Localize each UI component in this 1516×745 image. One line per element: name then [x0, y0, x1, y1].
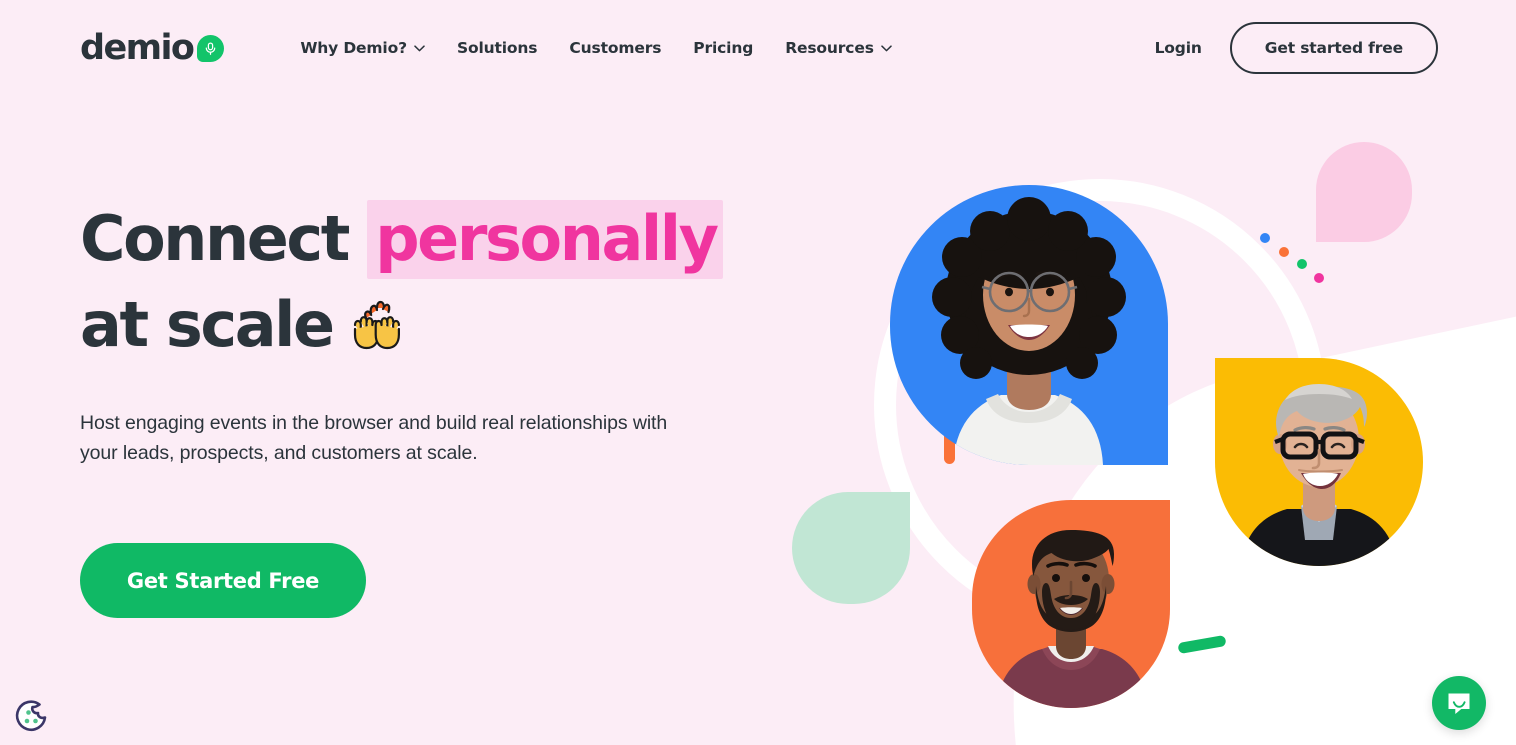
portrait-woman-with-glasses	[890, 185, 1168, 465]
pink-blob-shape	[1316, 142, 1412, 242]
cookie-consent-button[interactable]	[14, 698, 51, 735]
dot-blue	[1260, 233, 1270, 243]
chevron-down-icon	[414, 44, 425, 51]
page-root: demio Why Demio? Solutions Customers Pri…	[0, 0, 1516, 745]
nav-item-pricing[interactable]: Pricing	[677, 39, 769, 57]
hero-get-started-free-button[interactable]: Get Started Free	[80, 543, 366, 618]
mint-blob-shape	[792, 492, 910, 604]
raising-hands-emoji	[345, 292, 409, 378]
page-title: Connect personally at scale	[80, 196, 780, 378]
get-started-free-button[interactable]: Get started free	[1229, 22, 1438, 74]
microphone-icon	[197, 34, 225, 62]
headline-highlight: personally	[367, 200, 723, 279]
dot-green	[1297, 259, 1307, 269]
headline-part-2: at scale	[80, 288, 335, 361]
nav-label: Resources	[785, 39, 874, 57]
nav-label: Customers	[569, 39, 662, 57]
main-navigation: Why Demio? Solutions Customers Pricing R…	[284, 39, 907, 57]
demio-logo[interactable]: demio	[80, 27, 225, 68]
nav-item-solutions[interactable]: Solutions	[441, 39, 553, 57]
portrait-man-with-beard	[972, 500, 1170, 708]
site-header: demio Why Demio? Solutions Customers Pri…	[0, 0, 1516, 96]
hero-subtitle: Host engaging events in the browser and …	[80, 412, 668, 464]
nav-label: Pricing	[693, 39, 754, 57]
nav-label: Solutions	[456, 39, 538, 57]
chat-widget-button[interactable]	[1432, 676, 1486, 730]
dot-orange	[1279, 247, 1289, 257]
nav-item-why-demio[interactable]: Why Demio?	[284, 39, 441, 57]
portrait-older-man-with-glasses	[1215, 358, 1423, 566]
hero-content: Connect personally at scale Host engagin…	[80, 196, 780, 618]
nav-item-resources[interactable]: Resources	[769, 39, 908, 57]
chevron-down-icon	[881, 44, 892, 51]
nav-label: Why Demio?	[300, 39, 407, 57]
logo-wordmark: demio	[80, 27, 195, 68]
hero-illustration	[760, 110, 1516, 745]
login-link[interactable]: Login	[1155, 39, 1202, 57]
headline-part-1: Connect	[80, 202, 350, 275]
nav-item-customers[interactable]: Customers	[553, 39, 677, 57]
dot-pink	[1314, 273, 1324, 283]
cookie-icon	[15, 700, 47, 731]
chat-bubble-icon	[1448, 693, 1470, 714]
header-actions: Login Get started free	[1155, 22, 1438, 74]
